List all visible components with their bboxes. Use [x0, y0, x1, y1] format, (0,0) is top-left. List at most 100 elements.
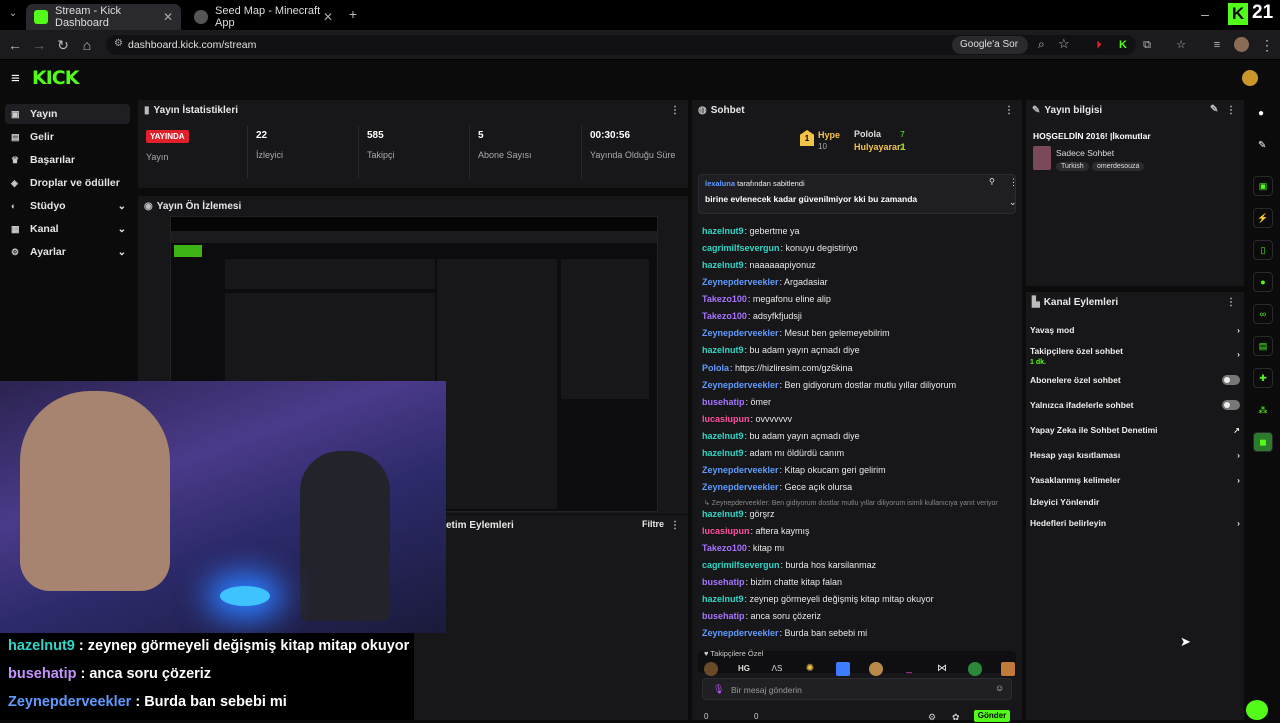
chat-input[interactable]: 🎙 Bir mesaj gönderin ☺: [702, 678, 1012, 700]
kick-logo[interactable]: KICK: [32, 67, 79, 89]
chat-message[interactable]: cagrimilfsevergun: burda hos karsilanmaz: [702, 560, 876, 570]
more-icon[interactable]: ⋮: [1004, 105, 1014, 116]
chat-username[interactable]: cagrimilfsevergun: [702, 560, 780, 570]
bookmark-star-icon[interactable]: ☆: [1058, 36, 1070, 52]
chat-username[interactable]: Zeynepderveekler: [702, 328, 779, 338]
filter-button[interactable]: Filtre: [642, 519, 664, 529]
emote-2-icon[interactable]: HG: [737, 662, 751, 676]
rail-button-green-icon[interactable]: ◼: [1253, 432, 1273, 452]
chat-username[interactable]: Zeynepderveekler: [702, 380, 779, 390]
channel-action-emote-only[interactable]: Yalnızca ifadelerle sohbet: [1030, 400, 1240, 410]
channel-action-banned-words[interactable]: Yasaklanmış kelimeler ›: [1030, 475, 1240, 485]
chat-username[interactable]: hazelnut9: [702, 260, 744, 270]
edit-icon[interactable]: ✎: [1210, 104, 1218, 115]
emote-5-icon[interactable]: [836, 662, 850, 676]
settings-icon[interactable]: ⚙: [928, 712, 936, 723]
chat-message[interactable]: Zeynepderveekler: Kitap okucam geri geli…: [702, 465, 886, 475]
chat-username[interactable]: busehatip: [702, 611, 745, 621]
chat-message[interactable]: Takezo100: kitap mı: [702, 543, 784, 553]
sidebar-item-gelir[interactable]: ▤ Gelir: [5, 127, 130, 147]
hamburger-menu-icon[interactable]: ≡: [11, 70, 20, 87]
chat-username[interactable]: Takezo100: [702, 311, 747, 321]
chat-message[interactable]: hazelnut9: görşrz: [702, 509, 775, 519]
chat-message[interactable]: hazelnut9: zeynep görmeyeli değişmiş kit…: [702, 594, 934, 604]
chat-message[interactable]: hazelnut9: gebertme ya: [702, 226, 800, 236]
chat-username[interactable]: busehatip: [702, 397, 745, 407]
chat-message[interactable]: lucasiupun: aftera kaymış: [702, 526, 810, 536]
rail-button-doc-icon[interactable]: ▯: [1253, 240, 1273, 260]
tab-list-icon[interactable]: ⌄: [4, 5, 22, 23]
chat-username[interactable]: Takezo100: [702, 543, 747, 553]
channel-action-goals[interactable]: Hedefleri belirleyin ›: [1030, 518, 1240, 528]
pinned-message[interactable]: lexaluna tarafından sabitlendi birine ev…: [698, 174, 1018, 214]
user-avatar[interactable]: [1242, 70, 1258, 86]
new-tab-icon[interactable]: +: [344, 5, 362, 23]
chat-username[interactable]: hazelnut9: [702, 594, 744, 604]
channel-action-slow-mode[interactable]: Yavaş mod ›: [1030, 325, 1240, 335]
emote-1-icon[interactable]: [704, 662, 718, 676]
rail-button-dots-icon[interactable]: ⁂: [1253, 400, 1273, 420]
sidebar-item-droplar[interactable]: ◈ Droplar ve ödüller: [5, 173, 130, 193]
url-field[interactable]: ⚙ dashboard.kick.com/stream Google'a Sor…: [106, 35, 1136, 55]
chat-username[interactable]: hazelnut9: [702, 448, 744, 458]
bookmarks-icon[interactable]: ☆: [1172, 36, 1190, 54]
chat-message[interactable]: Zeynepderveekler: Ben gidiyorum dostlar …: [702, 380, 956, 390]
chat-message[interactable]: busehatip: anca soru çözeriz: [702, 611, 821, 621]
info-icon[interactable]: ●: [1258, 108, 1264, 119]
more-icon[interactable]: ⋮: [1009, 177, 1018, 188]
close-icon[interactable]: ✕: [163, 10, 173, 24]
browser-menu-icon[interactable]: ⋮: [1258, 36, 1276, 54]
chat-username[interactable]: Zeynepderveekler: [702, 482, 779, 492]
sidebar-item-ayarlar[interactable]: ⚙ Ayarlar ⌄: [5, 242, 130, 262]
chat-username[interactable]: Takezo100: [702, 294, 747, 304]
chat-username[interactable]: hazelnut9: [702, 345, 744, 355]
more-icon[interactable]: ⋮: [1226, 297, 1236, 308]
chat-message[interactable]: hazelnut9: bu adam yayın açmadı diye: [702, 345, 860, 355]
pin-icon[interactable]: ⚲: [989, 177, 995, 186]
chat-message[interactable]: hazelnut9: adam mı öldürdü canım: [702, 448, 844, 458]
chat-message[interactable]: Zeynepderveekler: Argadasiar: [702, 277, 828, 287]
rail-button-camera-icon[interactable]: ▣: [1253, 176, 1273, 196]
rail-button-link-icon[interactable]: ∞: [1253, 304, 1273, 324]
emote-7-icon[interactable]: _: [902, 662, 916, 676]
more-icon[interactable]: ⋮: [1226, 105, 1236, 116]
sidebar-item-kanal[interactable]: ▦ Kanal ⌄: [5, 219, 130, 239]
toggle-switch[interactable]: [1222, 375, 1240, 385]
chat-username[interactable]: hazelnut9: [702, 431, 744, 441]
mic-icon[interactable]: 🎙: [713, 684, 724, 695]
reload-icon[interactable]: ↻: [54, 36, 72, 54]
channel-action-raid[interactable]: İzleyici Yönlendir: [1030, 497, 1240, 507]
chevron-down-icon[interactable]: ⌄: [1009, 197, 1017, 208]
send-button[interactable]: Gönder: [974, 710, 1010, 722]
google-lens-button[interactable]: Google'a Sor: [952, 36, 1028, 54]
chat-message[interactable]: cagrimilfsevergun: konuyu degistiriyo: [702, 243, 858, 253]
profile-avatar[interactable]: [1234, 37, 1249, 52]
chat-message[interactable]: Zeynepderveekler: Burda ban sebebi mi: [702, 628, 867, 638]
zoom-icon[interactable]: ⌕: [1038, 37, 1045, 52]
chat-username[interactable]: Zeynepderveekler: [702, 628, 779, 638]
chat-message[interactable]: Takezo100: megafonu eline alip: [702, 294, 831, 304]
chat-message[interactable]: Polola: https://hizliresim.com/gz6kina: [702, 363, 853, 373]
rail-button-wrench-icon[interactable]: ✚: [1253, 368, 1273, 388]
chat-message[interactable]: busehatip: ömer: [702, 397, 771, 407]
emote-8-icon[interactable]: ⋈: [935, 662, 949, 676]
chat-username[interactable]: Zeynepderveekler: [702, 277, 779, 287]
rail-button-chat-icon[interactable]: ●: [1253, 272, 1273, 292]
back-icon[interactable]: ←: [6, 36, 24, 54]
chat-username[interactable]: busehatip: [702, 577, 745, 587]
home-icon[interactable]: ⌂: [78, 36, 96, 54]
chat-username[interactable]: Polola: [702, 363, 729, 373]
extension-kick-icon[interactable]: K: [1114, 36, 1132, 54]
sidebar-item-basarilar[interactable]: ♛ Başarılar: [5, 150, 130, 170]
channel-action-followers-only[interactable]: Takipçilere özel sohbet 1 dk. ›: [1030, 346, 1240, 366]
chat-message[interactable]: Zeynepderveekler: Gece açık olursa: [702, 482, 852, 492]
emote-4-icon[interactable]: ✺: [803, 662, 817, 676]
chat-message[interactable]: lucasiupun: ovvvvvvv: [702, 414, 792, 424]
rail-button-save-icon[interactable]: ▤: [1253, 336, 1273, 356]
chat-message[interactable]: hazelnut9: bu adam yayın açmadı diye: [702, 431, 860, 441]
chat-message[interactable]: Takezo100: adsyfkfjudsji: [702, 311, 802, 321]
more-icon[interactable]: ⋮: [670, 105, 680, 116]
chat-username[interactable]: cagrimilfsevergun: [702, 243, 780, 253]
chat-message[interactable]: busehatip: bizim chatte kitap falan: [702, 577, 842, 587]
forward-icon[interactable]: →: [30, 36, 48, 54]
